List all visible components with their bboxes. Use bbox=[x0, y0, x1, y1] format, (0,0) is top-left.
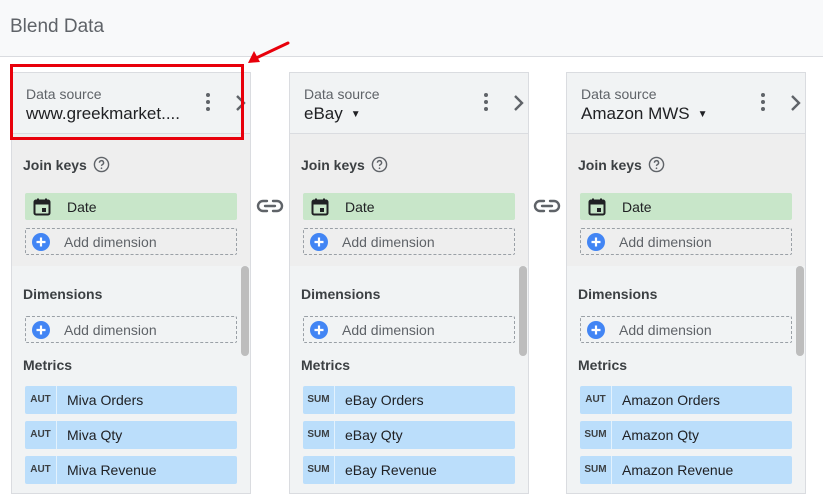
aggregation-badge[interactable]: AUT bbox=[580, 386, 612, 414]
help-circle-icon[interactable] bbox=[371, 156, 388, 176]
add-circle-icon bbox=[587, 321, 605, 344]
annotation-arrow-icon bbox=[248, 41, 290, 63]
metric-chip[interactable]: AUT Amazon Orders bbox=[580, 386, 792, 414]
header-bar: Blend Data bbox=[0, 0, 823, 57]
add-circle-icon bbox=[32, 321, 50, 344]
metric-label: Miva Revenue bbox=[67, 462, 157, 478]
add-dimension-label: Add dimension bbox=[342, 322, 435, 338]
add-dimension-label: Add dimension bbox=[619, 322, 712, 338]
calendar-icon bbox=[588, 198, 606, 221]
metric-chip[interactable]: AUT Miva Qty bbox=[25, 421, 237, 449]
dimensions-heading: Dimensions bbox=[578, 286, 658, 302]
join-key-chip[interactable]: Date bbox=[580, 193, 792, 220]
data-source-panel: Data source eBay ▼ Join keys Date Add dimensi… bbox=[289, 72, 529, 494]
aggregation-badge[interactable]: AUT bbox=[25, 456, 57, 484]
join-key-chip[interactable]: Date bbox=[303, 193, 515, 220]
more-vert-icon[interactable] bbox=[479, 91, 493, 117]
add-dimension-button[interactable]: Add dimension bbox=[580, 316, 792, 343]
metrics-heading: Metrics bbox=[23, 357, 73, 373]
add-join-dimension-button[interactable]: Add dimension bbox=[25, 228, 237, 255]
metrics-heading: Metrics bbox=[578, 357, 628, 373]
add-dimension-label: Add dimension bbox=[342, 234, 435, 250]
dimensions-heading: Dimensions bbox=[23, 286, 103, 302]
metric-chip[interactable]: AUT Miva Orders bbox=[25, 386, 237, 414]
aggregation-badge[interactable]: SUM bbox=[303, 456, 335, 484]
scrollbar-thumb[interactable] bbox=[796, 266, 804, 356]
metric-label: eBay Orders bbox=[345, 392, 424, 408]
add-dimension-button[interactable]: Add dimension bbox=[25, 316, 237, 343]
add-circle-icon bbox=[32, 233, 50, 256]
add-dimension-label: Add dimension bbox=[619, 234, 712, 250]
data-source-header[interactable]: Data source eBay ▼ bbox=[290, 73, 528, 134]
scrollbar-thumb[interactable] bbox=[519, 266, 527, 356]
join-keys-heading: Join keys bbox=[301, 156, 388, 176]
add-circle-icon bbox=[310, 321, 328, 344]
metric-label: eBay Qty bbox=[345, 427, 403, 443]
data-source-header[interactable]: Data source Amazon MWS ▼ bbox=[567, 73, 805, 134]
annotation-highlight-box bbox=[10, 64, 244, 140]
metric-label: eBay Revenue bbox=[345, 462, 437, 478]
data-source-name[interactable]: Amazon MWS ▼ bbox=[581, 104, 708, 124]
add-dimension-button[interactable]: Add dimension bbox=[303, 316, 515, 343]
chevron-right-icon[interactable] bbox=[511, 92, 527, 114]
metric-label: Amazon Orders bbox=[622, 392, 721, 408]
help-circle-icon[interactable] bbox=[648, 156, 665, 176]
join-keys-section: Join keys Date Add dimension bbox=[12, 134, 250, 266]
aggregation-badge[interactable]: SUM bbox=[303, 386, 335, 414]
data-source-name-text: Amazon MWS bbox=[581, 104, 690, 123]
dimensions-heading: Dimensions bbox=[301, 286, 381, 302]
join-key-label: Date bbox=[67, 199, 97, 215]
link-icon[interactable] bbox=[533, 198, 561, 214]
add-join-dimension-button[interactable]: Add dimension bbox=[303, 228, 515, 255]
join-key-label: Date bbox=[345, 199, 375, 215]
more-vert-icon[interactable] bbox=[756, 91, 770, 117]
aggregation-badge[interactable]: SUM bbox=[303, 421, 335, 449]
help-circle-icon[interactable] bbox=[93, 156, 110, 176]
add-circle-icon bbox=[310, 233, 328, 256]
metrics-heading: Metrics bbox=[301, 357, 351, 373]
data-source-name[interactable]: eBay ▼ bbox=[304, 104, 361, 124]
add-join-dimension-button[interactable]: Add dimension bbox=[580, 228, 792, 255]
join-keys-heading: Join keys bbox=[578, 156, 665, 176]
aggregation-badge[interactable]: SUM bbox=[580, 456, 612, 484]
data-source-name-text: eBay bbox=[304, 104, 343, 123]
join-keys-section: Join keys Date Add dimension bbox=[290, 134, 528, 266]
aggregation-badge[interactable]: SUM bbox=[580, 421, 612, 449]
join-keys-label: Join keys bbox=[23, 157, 87, 173]
metric-label: Miva Orders bbox=[67, 392, 144, 408]
add-dimension-label: Add dimension bbox=[64, 322, 157, 338]
calendar-icon bbox=[33, 198, 51, 221]
metric-chip[interactable]: AUT Miva Revenue bbox=[25, 456, 237, 484]
metric-chip[interactable]: SUM Amazon Revenue bbox=[580, 456, 792, 484]
scrollbar-thumb[interactable] bbox=[241, 266, 249, 356]
add-circle-icon bbox=[587, 233, 605, 256]
dropdown-caret-icon[interactable]: ▼ bbox=[351, 109, 361, 120]
metric-chip[interactable]: SUM eBay Revenue bbox=[303, 456, 515, 484]
aggregation-badge[interactable]: AUT bbox=[25, 386, 57, 414]
add-dimension-label: Add dimension bbox=[64, 234, 157, 250]
metric-label: Amazon Revenue bbox=[622, 462, 734, 478]
chevron-right-icon[interactable] bbox=[788, 92, 804, 114]
link-icon[interactable] bbox=[256, 198, 284, 214]
page-title: Blend Data bbox=[10, 16, 105, 37]
metric-chip[interactable]: SUM Amazon Qty bbox=[580, 421, 792, 449]
data-source-panel: Data source Amazon MWS ▼ Join keys Date Add d… bbox=[566, 72, 806, 494]
join-key-chip[interactable]: Date bbox=[25, 193, 237, 220]
join-key-label: Date bbox=[622, 199, 652, 215]
data-source-label: Data source bbox=[581, 86, 657, 102]
join-keys-heading: Join keys bbox=[23, 156, 110, 176]
join-keys-section: Join keys Date Add dimension bbox=[567, 134, 805, 266]
metric-label: Amazon Qty bbox=[622, 427, 700, 443]
metric-chip[interactable]: SUM eBay Qty bbox=[303, 421, 515, 449]
join-keys-label: Join keys bbox=[578, 157, 642, 173]
aggregation-badge[interactable]: AUT bbox=[25, 421, 57, 449]
dropdown-caret-icon[interactable]: ▼ bbox=[698, 109, 708, 120]
data-source-label: Data source bbox=[304, 86, 380, 102]
metric-chip[interactable]: SUM eBay Orders bbox=[303, 386, 515, 414]
metric-label: Miva Qty bbox=[67, 427, 123, 443]
calendar-icon bbox=[311, 198, 329, 221]
join-keys-label: Join keys bbox=[301, 157, 365, 173]
